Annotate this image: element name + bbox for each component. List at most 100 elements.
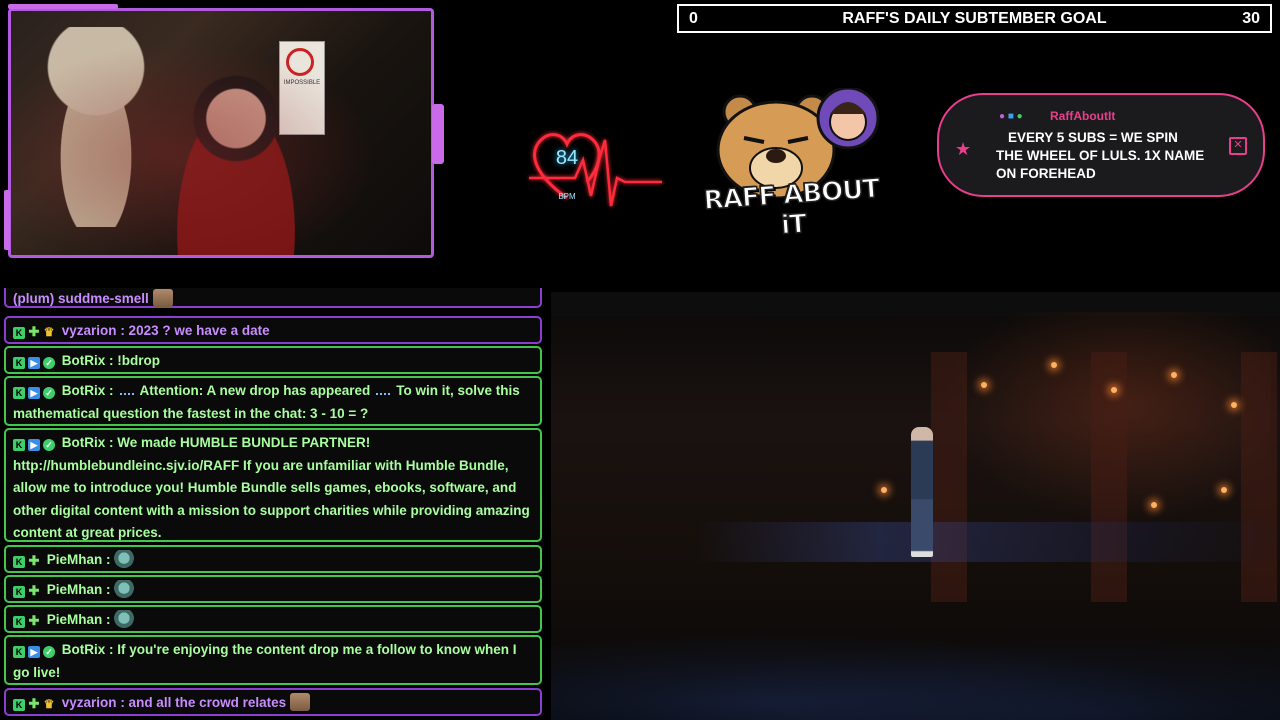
chat-message: K ▶ ✓ BotRix : Attention: A new drop has ap… [4,376,542,426]
stage-light [881,487,887,493]
goal-title: RAFF'S DAILY SUBTEMBER GOAL [842,9,1107,27]
chat-username[interactable]: vyzarion [62,323,117,338]
message-text: Attention: A new drop has appeared [139,383,371,398]
prohibited-icon [286,48,314,76]
emote-icon [114,580,135,598]
pin-icon: ★ [955,139,972,159]
verified-badge-icon: ✓ [43,357,55,369]
pin-text-rest: THE WHEEL OF LULS. 1X NAME ON FOREHEAD [996,148,1205,181]
plus-badge-icon: ✚ [28,583,40,598]
emote-icon [119,384,134,395]
plus-badge-icon: ✚ [28,553,40,568]
message-text: : and all the crowd relates [120,695,287,710]
chat-message: K ▶ ✓ BotRix : If you're enjoying the cont… [4,635,542,685]
close-icon[interactable]: ✕ [1229,137,1247,155]
bpm-label: BPM [558,192,576,201]
plus-badge-icon: ✚ [28,324,40,339]
chat-username[interactable]: BotRix [62,642,106,657]
cube-icon: ■ [1007,111,1014,122]
chat-message: K ✚ ♛ vyzarion : and all the crowd relates [4,688,542,716]
crown-badge-icon: ♛ [43,325,55,339]
stage-pillar [1241,352,1277,602]
chat-message: K ▶ ✓ BotRix : !bdrop [4,346,542,374]
emote-icon [289,693,310,711]
chat-message: K ✚ ♛ vyzarion : 2023 ? we have a date [4,316,542,344]
webcam-frame-accent [8,4,118,9]
pin-username: RaffAboutIt [1050,109,1116,123]
kick-badge-icon: K [13,646,25,658]
message-text: : [109,383,114,398]
chat-username[interactable]: BotRix [62,353,106,368]
pin-text: EVERY 5 SUBS = WE SPIN THE WHEEL OF LULS… [996,129,1226,183]
stage-pillar [931,352,967,602]
verified-icon: ● [1016,111,1023,122]
chat-username[interactable]: PieMhan [47,552,103,567]
message-text: (plum) suddme-smell [13,291,149,306]
kick-badge-icon: K [13,439,25,451]
bpm-value: 84 [555,147,579,169]
chat-message: K ✚ PieMhan : [4,545,542,573]
stage-light [1171,372,1177,378]
sub-goal-bar: 0 RAFF'S DAILY SUBTEMBER GOAL 30 [677,4,1272,33]
webcam-frame-accent [432,104,444,164]
webcam-frame-accent [4,190,10,250]
plus-badge-icon: ✚ [28,696,40,711]
logo-text: RAFF ABOUT iT [702,173,881,241]
chat-username[interactable]: BotRix [62,435,106,450]
audience [551,622,1280,720]
kick-badge-icon: K [13,699,25,711]
impossible-sign: IMPOSSIBLE [279,41,325,135]
sign-text: IMPOSSIBLE [283,80,321,86]
stage-light [1111,387,1117,393]
message-text: : 2023 ? we have a date [120,323,270,338]
crown-badge-icon: ♛ [43,697,55,711]
stage-light [1051,362,1057,368]
emote-icon [152,289,173,307]
chat-message: K ▶ ✓ BotRix : We made HUMBLE BUNDLE PARTN… [4,428,542,542]
verified-badge-icon: ✓ [43,387,55,399]
emote-icon [376,384,391,395]
message-text: : [106,612,111,627]
bot-badge-icon: ▶ [28,357,40,369]
kick-badge-icon: K [13,586,25,598]
webcam-feed: IMPOSSIBLE [8,8,434,258]
teddy-bear [41,27,151,227]
goal-start: 0 [689,9,698,27]
chat-message: K ✚ PieMhan : [4,575,542,603]
message-text: : We made HUMBLE BUNDLE PARTNER! http://… [13,435,530,540]
verified-badge-icon: ✓ [43,646,55,658]
stage-light [1231,402,1237,408]
streamer [161,71,311,255]
chat-username[interactable]: PieMhan [47,582,103,597]
kick-badge-icon: K [13,556,25,568]
chat-overlay: (plum) suddme-smell K ✚ ♛ vyzarion : 2023 … [4,288,546,720]
kick-badge-icon: K [13,357,25,369]
kick-badge-icon: K [13,387,25,399]
comedian [911,427,933,557]
message-text: : [106,582,111,597]
message-text: : !bdrop [109,353,161,368]
chat-message-partial: (plum) suddme-smell [4,288,542,308]
channel-logo: RAFF ABOUT iT [700,88,885,242]
bot-badge-icon: ▶ [28,439,40,451]
stage-pillar [1091,352,1127,602]
emote-icon [114,610,135,628]
emote-icon [114,550,135,568]
chat-username[interactable]: vyzarion [62,695,117,710]
bot-badge-icon: ▶ [28,646,40,658]
heart-icon [529,133,662,207]
chat-message: K ✚ PieMhan : [4,605,542,633]
stage-light [1151,502,1157,508]
stream-video [551,292,1280,720]
chat-username[interactable]: BotRix [62,383,106,398]
verified-badge-icon: ✓ [43,439,55,451]
chat-username[interactable]: PieMhan [47,612,103,627]
message-text: : [106,552,111,567]
plus-badge-icon: ✚ [28,613,40,628]
stage-light [981,382,987,388]
pinned-message: ★ ● ■ ● RaffAboutIt EVERY 5 SUBS = WE SP… [937,93,1265,197]
kick-badge-icon: K [13,616,25,628]
mic-icon: ● [999,111,1006,122]
heart-rate-monitor: 84 BPM [525,120,665,215]
goal-end: 30 [1242,9,1260,27]
